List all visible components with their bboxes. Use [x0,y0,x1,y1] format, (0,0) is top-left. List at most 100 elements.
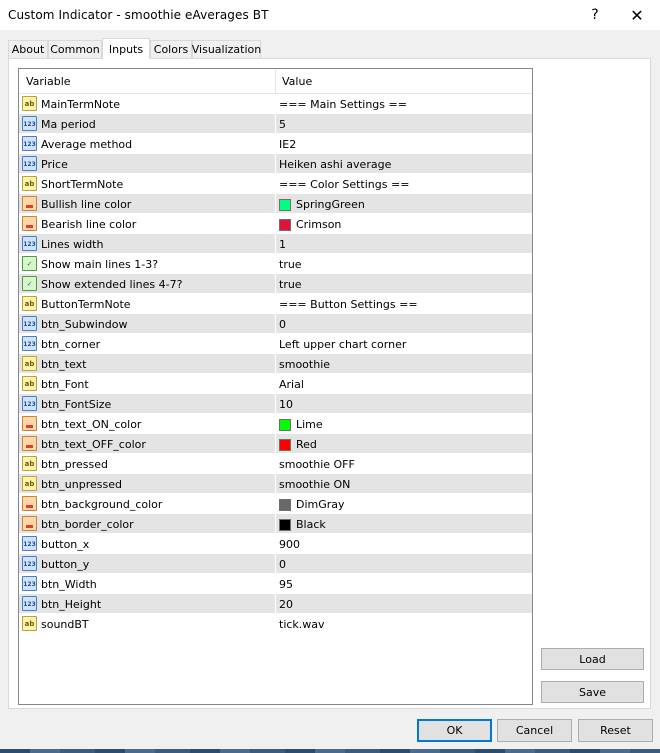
input-row[interactable]: 123 Price Heiken ashi average [19,154,532,174]
variable-value[interactable]: === Button Settings == [279,298,418,311]
text-type-icon: ab [22,96,37,111]
variable-value[interactable]: 20 [279,598,293,611]
input-row[interactable]: ✓ Show extended lines 4-7? true [19,274,532,294]
variable-value[interactable]: smoothie [279,358,330,371]
variable-value[interactable]: IE2 [279,138,296,151]
input-row[interactable]: btn_border_color Black [19,514,532,534]
cell-divider [275,374,276,394]
variable-value[interactable]: true [279,258,302,271]
cell-divider [275,154,276,174]
variable-value[interactable]: SpringGreen [296,198,365,211]
input-row[interactable]: Bearish line color Crimson [19,214,532,234]
column-header-value[interactable]: Value [282,75,312,88]
cell-divider [275,194,276,214]
color-swatch[interactable] [279,419,291,431]
tab-visualization[interactable]: Visualization [192,40,261,58]
load-button[interactable]: Load [541,648,644,670]
tab-about[interactable]: About [8,40,48,58]
cell-divider [275,394,276,414]
variable-value[interactable]: 900 [279,538,300,551]
variable-name: btn_text_OFF_color [41,438,146,451]
input-row[interactable]: btn_text_OFF_color Red [19,434,532,454]
number-type-icon: 123 [22,596,37,611]
variable-value[interactable]: 0 [279,558,286,571]
input-row[interactable]: 123 Average method IE2 [19,134,532,154]
input-row[interactable]: 123 btn_corner Left upper chart corner [19,334,532,354]
input-row[interactable]: ab btn_pressed smoothie OFF [19,454,532,474]
variable-value[interactable]: 5 [279,118,286,131]
column-header-variable[interactable]: Variable [26,75,71,88]
tab-inputs[interactable]: Inputs [102,38,150,59]
input-row[interactable]: ab btn_Font Arial [19,374,532,394]
variable-value[interactable]: 95 [279,578,293,591]
input-row[interactable]: ab soundBT tick.wav [19,614,532,634]
tab-colors[interactable]: Colors [150,40,192,58]
input-row[interactable]: ab btn_unpressed smoothie ON [19,474,532,494]
color-type-icon [22,436,37,451]
cell-divider [275,134,276,154]
cell-divider [275,534,276,554]
variable-value[interactable]: 0 [279,318,286,331]
input-row[interactable]: 123 btn_Subwindow 0 [19,314,532,334]
input-row[interactable]: 123 Lines width 1 [19,234,532,254]
input-row[interactable]: ab ButtonTermNote === Button Settings == [19,294,532,314]
variable-value[interactable]: Red [296,438,317,451]
input-row[interactable]: 123 button_x 900 [19,534,532,554]
save-button[interactable]: Save [541,681,644,703]
variable-name: Show main lines 1-3? [41,258,159,271]
input-row[interactable]: Bullish line color SpringGreen [19,194,532,214]
reset-button[interactable]: Reset [578,719,653,742]
color-swatch[interactable] [279,199,291,211]
title-bar: Custom Indicator - smoothie eAverages BT… [0,0,660,30]
number-type-icon: 123 [22,236,37,251]
variable-value[interactable]: Lime [296,418,323,431]
input-row[interactable]: btn_text_ON_color Lime [19,414,532,434]
color-type-icon [22,196,37,211]
bool-type-icon: ✓ [22,276,37,291]
variable-value[interactable]: Heiken ashi average [279,158,391,171]
variable-value[interactable]: === Main Settings == [279,98,407,111]
input-row[interactable]: 123 Ma period 5 [19,114,532,134]
input-row[interactable]: 123 btn_Height 20 [19,594,532,614]
variable-value[interactable]: 10 [279,398,293,411]
variable-value[interactable]: Crimson [296,218,341,231]
text-type-icon: ab [22,356,37,371]
grid-rows: ab MainTermNote === Main Settings == 123 Ma … [19,94,532,634]
variable-value[interactable]: true [279,278,302,291]
variable-value[interactable]: Black [296,518,326,531]
color-swatch[interactable] [279,219,291,231]
cell-divider [275,474,276,494]
number-type-icon: 123 [22,396,37,411]
variable-value[interactable]: 1 [279,238,286,251]
close-icon[interactable]: ✕ [620,2,654,28]
help-icon[interactable]: ? [578,2,612,28]
input-row[interactable]: 123 button_y 0 [19,554,532,574]
input-row[interactable]: btn_background_color DimGray [19,494,532,514]
variable-name: btn_text_ON_color [41,418,142,431]
column-divider[interactable] [275,69,276,93]
input-row[interactable]: ab ShortTermNote === Color Settings == [19,174,532,194]
ok-button[interactable]: OK [417,719,492,742]
cancel-button[interactable]: Cancel [497,719,572,742]
text-type-icon: ab [22,476,37,491]
variable-name: soundBT [41,618,89,631]
input-row[interactable]: 123 btn_FontSize 10 [19,394,532,414]
cell-divider [275,574,276,594]
input-row[interactable]: ab MainTermNote === Main Settings == [19,94,532,114]
color-swatch[interactable] [279,499,291,511]
number-type-icon: 123 [22,556,37,571]
variable-name: ButtonTermNote [41,298,131,311]
tab-common[interactable]: Common [48,40,102,58]
variable-value[interactable]: smoothie OFF [279,458,355,471]
input-row[interactable]: ab btn_text smoothie [19,354,532,374]
variable-value[interactable]: Left upper chart corner [279,338,406,351]
variable-value[interactable]: tick.wav [279,618,325,631]
color-swatch[interactable] [279,439,291,451]
variable-value[interactable]: DimGray [296,498,345,511]
variable-value[interactable]: === Color Settings == [279,178,409,191]
variable-value[interactable]: Arial [279,378,304,391]
variable-value[interactable]: smoothie ON [279,478,350,491]
input-row[interactable]: ✓ Show main lines 1-3? true [19,254,532,274]
input-row[interactable]: 123 btn_Width 95 [19,574,532,594]
color-swatch[interactable] [279,519,291,531]
